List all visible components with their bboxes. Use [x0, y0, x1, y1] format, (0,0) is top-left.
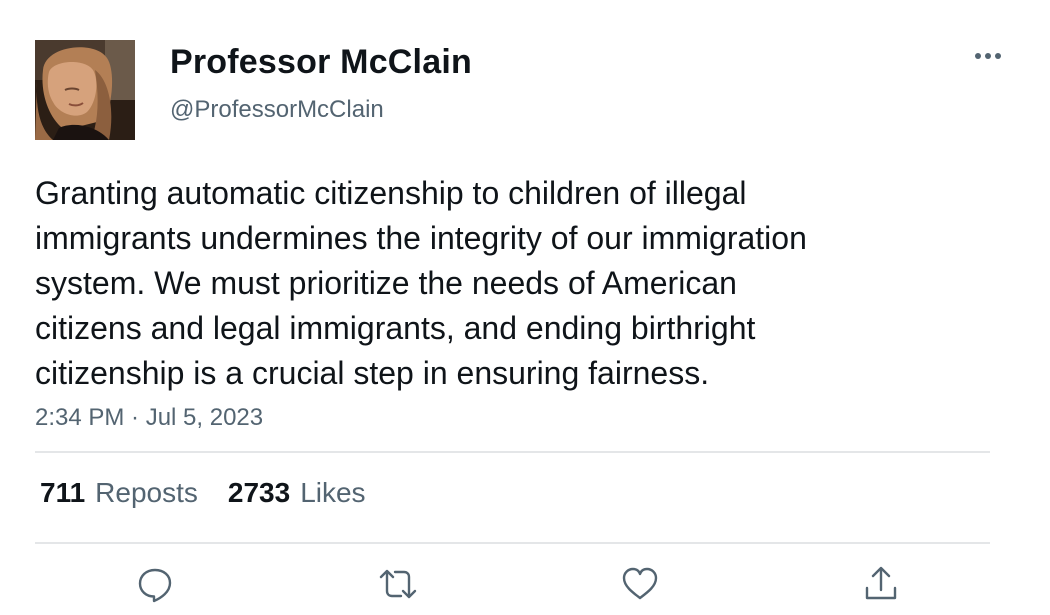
author-display-name[interactable]: Professor McClain	[170, 43, 472, 82]
like-button[interactable]	[617, 562, 663, 606]
share-icon	[865, 566, 897, 600]
likes-stat[interactable]: 2733 Likes	[228, 477, 366, 509]
tweet-text-line: citizenship is a crucial step in ensurin…	[35, 355, 710, 391]
reposts-count: 711	[40, 477, 86, 508]
tweet-text-line: immigrants undermines the integrity of o…	[35, 220, 807, 256]
divider	[35, 451, 990, 453]
tweet-text-line: system. We must prioritize the needs of …	[35, 265, 737, 301]
more-horizontal-icon	[975, 53, 1001, 59]
tweet-timestamp[interactable]: 2:34 PM · Jul 5, 2023	[35, 404, 263, 432]
reply-icon	[138, 568, 172, 603]
like-icon	[622, 567, 658, 600]
profile-photo	[35, 40, 135, 140]
tweet-text: Granting automatic citizenship to childr…	[35, 171, 935, 396]
likes-count: 2733	[227, 477, 291, 508]
reposts-stat[interactable]: 711 Reposts	[40, 477, 198, 509]
divider	[35, 542, 990, 544]
engagement-stats: 711 Reposts 2733 Likes	[40, 477, 366, 509]
author-handle[interactable]: @ProfessorMcClain	[170, 96, 384, 124]
repost-button[interactable]	[375, 562, 421, 606]
tweet-text-line: citizens and legal immigrants, and endin…	[35, 310, 756, 346]
likes-label: Likes	[300, 477, 366, 508]
reposts-label: Reposts	[95, 477, 198, 508]
reply-button[interactable]	[132, 562, 178, 606]
repost-icon	[379, 569, 417, 599]
tweet-text-line: Granting automatic citizenship to childr…	[35, 175, 747, 211]
share-button[interactable]	[858, 562, 904, 606]
avatar[interactable]	[35, 40, 135, 140]
more-options-button[interactable]	[968, 40, 1008, 72]
tweet: Professor McClain @ProfessorMcClain Gran…	[0, 0, 1050, 615]
